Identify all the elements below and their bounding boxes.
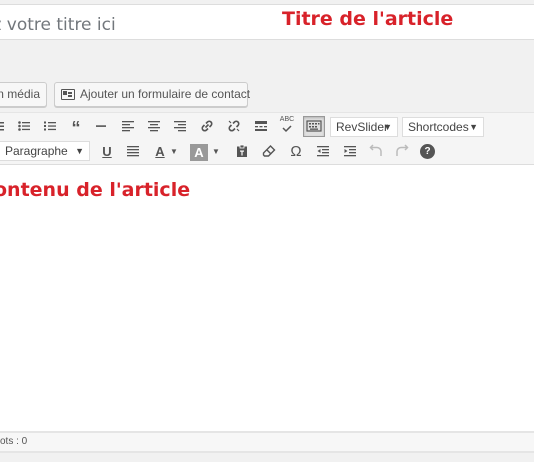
chevron-down-icon: ▼ bbox=[75, 146, 84, 156]
shortcodes-dropdown[interactable]: Shortcodes ▼ bbox=[402, 117, 484, 137]
numbered-list-icon[interactable] bbox=[40, 117, 60, 137]
editor-status-bar: ots : 0 bbox=[0, 432, 534, 452]
align-right-icon[interactable] bbox=[170, 117, 190, 137]
editor-content-area[interactable] bbox=[0, 166, 534, 431]
form-icon bbox=[61, 89, 75, 100]
word-count: ots : 0 bbox=[0, 436, 28, 447]
background-color-chevron-icon[interactable]: ▼ bbox=[210, 142, 222, 162]
link-icon[interactable] bbox=[197, 117, 217, 137]
horizontal-rule-icon[interactable] bbox=[91, 117, 111, 137]
read-more-icon[interactable] bbox=[251, 117, 271, 137]
format-select-value: Paragraphe bbox=[5, 144, 68, 158]
bold-icon[interactable] bbox=[0, 117, 11, 137]
clear-formatting-icon[interactable] bbox=[259, 142, 279, 162]
chevron-down-icon: ▼ bbox=[383, 122, 392, 132]
undo-icon[interactable] bbox=[366, 142, 386, 162]
title-field-container bbox=[0, 4, 534, 40]
outdent-icon[interactable] bbox=[313, 142, 333, 162]
format-select[interactable]: Paragraphe ▼ bbox=[0, 141, 90, 161]
help-icon[interactable]: ? bbox=[420, 144, 435, 159]
paste-text-icon[interactable] bbox=[232, 142, 252, 162]
bottom-strip bbox=[0, 452, 534, 462]
spellcheck-icon[interactable]: ABC bbox=[277, 115, 297, 135]
add-media-button[interactable]: n média bbox=[0, 82, 47, 107]
add-contact-form-button[interactable]: Ajouter un formulaire de contact bbox=[54, 82, 251, 107]
chevron-down-icon: ▼ bbox=[469, 122, 478, 132]
title-input[interactable] bbox=[0, 5, 282, 39]
text-color-icon[interactable]: A bbox=[150, 142, 170, 162]
unlink-icon[interactable] bbox=[224, 117, 244, 137]
align-left-icon[interactable] bbox=[118, 117, 138, 137]
align-center-icon[interactable] bbox=[144, 117, 164, 137]
add-media-label: n média bbox=[0, 87, 40, 101]
special-character-icon[interactable]: Ω bbox=[286, 142, 306, 162]
blockquote-icon[interactable]: “ bbox=[66, 117, 86, 138]
revslider-label: RevSlider bbox=[336, 120, 389, 134]
add-contact-form-label: Ajouter un formulaire de contact bbox=[80, 87, 251, 101]
editor-container: “ ABC RevSlider ▼ Shortcodes ▼ Paragraph… bbox=[0, 112, 534, 432]
underline-icon[interactable]: U bbox=[97, 142, 117, 162]
editor-toolbar: “ ABC RevSlider ▼ Shortcodes ▼ Paragraph… bbox=[0, 113, 534, 165]
redo-icon[interactable] bbox=[392, 142, 412, 162]
background-color-icon[interactable]: A bbox=[190, 144, 208, 161]
revslider-dropdown[interactable]: RevSlider ▼ bbox=[330, 117, 398, 137]
justify-icon[interactable] bbox=[123, 142, 143, 162]
shortcodes-label: Shortcodes bbox=[408, 120, 469, 134]
spellcheck-label: ABC bbox=[279, 116, 295, 123]
title-annotation: Titre de l'article bbox=[282, 8, 454, 30]
toolbar-toggle-icon[interactable] bbox=[303, 116, 325, 137]
indent-icon[interactable] bbox=[340, 142, 360, 162]
text-color-chevron-icon[interactable]: ▼ bbox=[168, 142, 180, 162]
bullet-list-icon[interactable] bbox=[14, 117, 34, 137]
